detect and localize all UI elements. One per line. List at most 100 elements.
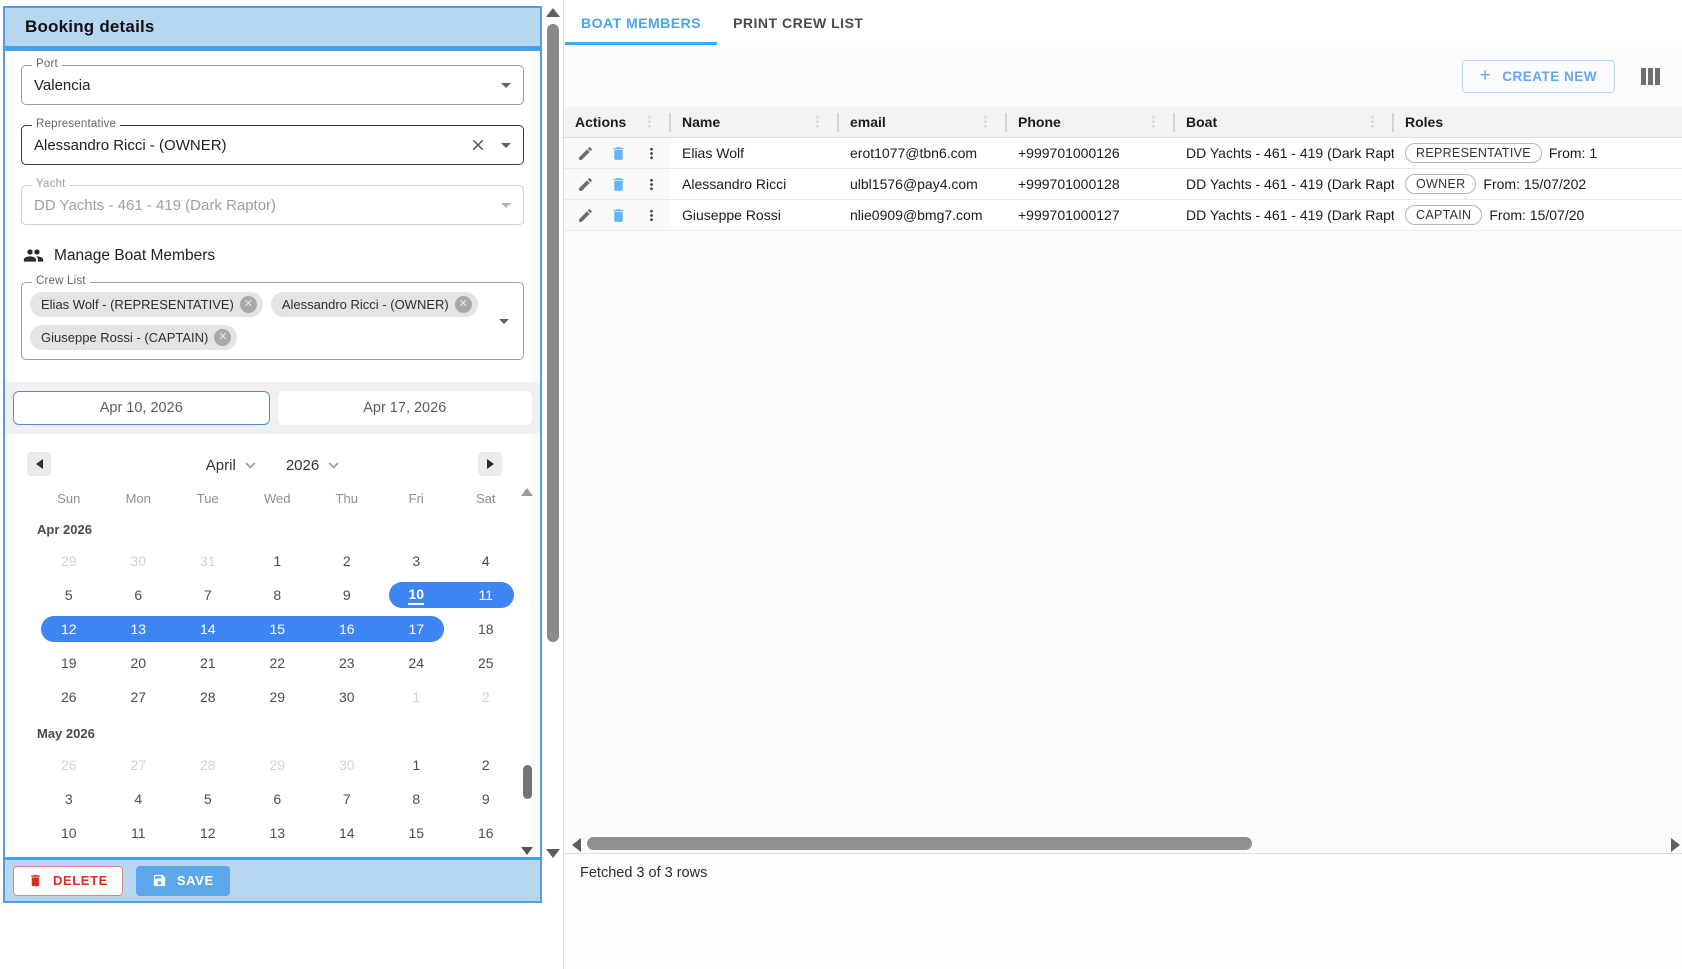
calendar-day[interactable]: 13 bbox=[243, 816, 313, 850]
table-row[interactable]: Elias Wolferot1077@tbn6.com+999701000126… bbox=[564, 138, 1682, 169]
column-menu-icon[interactable]: ⋮ bbox=[811, 114, 833, 130]
calendar-day[interactable]: 26 bbox=[34, 680, 104, 714]
calendar-day[interactable]: 8 bbox=[243, 578, 313, 612]
tab-print-crew-list[interactable]: PRINT CREW LIST bbox=[717, 0, 879, 45]
scroll-down-icon[interactable] bbox=[546, 849, 560, 858]
calendar-day[interactable]: 19 bbox=[173, 850, 243, 857]
calendar-day[interactable]: 18 bbox=[451, 612, 521, 646]
tab-boat-members[interactable]: BOAT MEMBERS bbox=[565, 0, 717, 45]
calendar-day[interactable]: 28 bbox=[173, 680, 243, 714]
calendar-day[interactable]: 14 bbox=[312, 816, 382, 850]
crew-chip[interactable]: Elias Wolf - (REPRESENTATIVE)✕ bbox=[30, 292, 263, 317]
calendar-day[interactable]: 6 bbox=[104, 578, 174, 612]
column-header[interactable]: Actions⋮ bbox=[564, 107, 671, 137]
edit-button[interactable] bbox=[577, 145, 594, 162]
calendar-day[interactable]: 1 bbox=[243, 544, 313, 578]
row-menu-button[interactable] bbox=[643, 207, 660, 224]
calendar-day[interactable]: 30 bbox=[104, 544, 174, 578]
calendar-day[interactable]: 27 bbox=[104, 748, 174, 782]
column-settings-button[interactable] bbox=[1641, 68, 1660, 85]
delete-row-button[interactable] bbox=[610, 176, 627, 193]
scroll-down-icon[interactable] bbox=[521, 847, 533, 855]
calendar-day[interactable]: 1 bbox=[382, 748, 452, 782]
left-panel-scrollbar[interactable] bbox=[545, 6, 561, 860]
start-date-input[interactable]: Apr 10, 2026 bbox=[13, 391, 270, 425]
calendar-day[interactable]: 20 bbox=[243, 850, 313, 857]
chip-remove-icon[interactable]: ✕ bbox=[455, 296, 472, 313]
table-row[interactable]: Giuseppe Rossinlie0909@bmg7.com+99970100… bbox=[564, 200, 1682, 231]
calendar-day[interactable]: 30 bbox=[312, 680, 382, 714]
calendar-day[interactable]: 9 bbox=[451, 782, 521, 816]
calendar-day[interactable]: 5 bbox=[173, 782, 243, 816]
calendar-day[interactable]: 10 bbox=[34, 816, 104, 850]
scrollbar-thumb[interactable] bbox=[587, 837, 1252, 850]
calendar-day[interactable]: 16 bbox=[312, 612, 382, 646]
calendar-day[interactable]: 12 bbox=[34, 612, 104, 646]
calendar-day[interactable]: 22 bbox=[243, 646, 313, 680]
crew-list-field[interactable]: Crew List Elias Wolf - (REPRESENTATIVE)✕… bbox=[21, 282, 524, 360]
calendar-day[interactable]: 2 bbox=[451, 680, 521, 714]
calendar-day[interactable]: 11 bbox=[104, 816, 174, 850]
row-menu-button[interactable] bbox=[643, 145, 660, 162]
calendar-day[interactable]: 5 bbox=[34, 578, 104, 612]
column-header[interactable]: Phone⋮ bbox=[1007, 107, 1175, 137]
calendar-day[interactable]: 4 bbox=[104, 782, 174, 816]
save-button[interactable]: SAVE bbox=[136, 866, 230, 896]
calendar-day[interactable]: 12 bbox=[173, 816, 243, 850]
edit-button[interactable] bbox=[577, 176, 594, 193]
scroll-left-icon[interactable] bbox=[572, 838, 581, 852]
crew-chip[interactable]: Giuseppe Rossi - (CAPTAIN)✕ bbox=[30, 325, 237, 350]
calendar-day[interactable]: 8 bbox=[382, 782, 452, 816]
calendar-day[interactable]: 11 bbox=[451, 578, 521, 612]
calendar-day[interactable]: 1 bbox=[382, 680, 452, 714]
calendar-day[interactable]: 9 bbox=[312, 578, 382, 612]
calendar-day[interactable]: 31 bbox=[173, 544, 243, 578]
scroll-up-icon[interactable] bbox=[546, 8, 560, 17]
calendar-day[interactable]: 20 bbox=[104, 646, 174, 680]
scrollbar-thumb[interactable] bbox=[547, 24, 559, 642]
calendar-day[interactable]: 21 bbox=[312, 850, 382, 857]
column-menu-icon[interactable]: ⋮ bbox=[979, 114, 1001, 130]
calendar-day[interactable]: 21 bbox=[173, 646, 243, 680]
column-header[interactable]: Boat⋮ bbox=[1175, 107, 1394, 137]
calendar-next-button[interactable] bbox=[478, 452, 502, 476]
calendar-day[interactable]: 22 bbox=[382, 850, 452, 857]
scroll-right-icon[interactable] bbox=[1671, 838, 1680, 852]
column-header[interactable]: Roles⋮ bbox=[1394, 107, 1682, 137]
edit-button[interactable] bbox=[577, 207, 594, 224]
calendar-year-select[interactable]: 2026 bbox=[286, 457, 339, 474]
calendar-day[interactable]: 3 bbox=[34, 782, 104, 816]
column-menu-icon[interactable]: ⋮ bbox=[1147, 114, 1169, 130]
calendar-day[interactable]: 15 bbox=[243, 612, 313, 646]
calendar-day[interactable]: 19 bbox=[34, 646, 104, 680]
chip-remove-icon[interactable]: ✕ bbox=[240, 296, 257, 313]
calendar-month-select[interactable]: April bbox=[206, 457, 256, 474]
calendar-day[interactable]: 2 bbox=[451, 748, 521, 782]
crew-chip[interactable]: Alessandro Ricci - (OWNER)✕ bbox=[271, 292, 478, 317]
table-row[interactable]: Alessandro Ricciulbl1576@pay4.com+999701… bbox=[564, 169, 1682, 200]
calendar-day[interactable]: 18 bbox=[104, 850, 174, 857]
calendar-day[interactable]: 28 bbox=[173, 748, 243, 782]
calendar-day[interactable]: 25 bbox=[451, 646, 521, 680]
calendar-day[interactable]: 23 bbox=[451, 850, 521, 857]
chevron-down-icon[interactable] bbox=[501, 83, 511, 88]
column-header[interactable]: email⋮ bbox=[839, 107, 1007, 137]
row-menu-button[interactable] bbox=[643, 176, 660, 193]
calendar-day[interactable]: 3 bbox=[382, 544, 452, 578]
scrollbar-thumb[interactable] bbox=[523, 765, 532, 799]
column-menu-icon[interactable]: ⋮ bbox=[1366, 114, 1388, 130]
calendar-day[interactable]: 23 bbox=[312, 646, 382, 680]
port-field[interactable]: Port Valencia bbox=[21, 65, 524, 105]
calendar-day[interactable]: 24 bbox=[382, 646, 452, 680]
delete-row-button[interactable] bbox=[610, 207, 627, 224]
calendar-day[interactable]: 29 bbox=[243, 748, 313, 782]
delete-row-button[interactable] bbox=[610, 145, 627, 162]
calendar-day[interactable]: 15 bbox=[382, 816, 452, 850]
calendar-day[interactable]: 6 bbox=[243, 782, 313, 816]
calendar-day[interactable]: 13 bbox=[104, 612, 174, 646]
end-date-input[interactable]: Apr 17, 2026 bbox=[278, 391, 533, 425]
calendar-day[interactable]: 26 bbox=[34, 748, 104, 782]
calendar-day[interactable]: 7 bbox=[173, 578, 243, 612]
calendar-day[interactable]: 27 bbox=[104, 680, 174, 714]
calendar-day[interactable]: 2 bbox=[312, 544, 382, 578]
